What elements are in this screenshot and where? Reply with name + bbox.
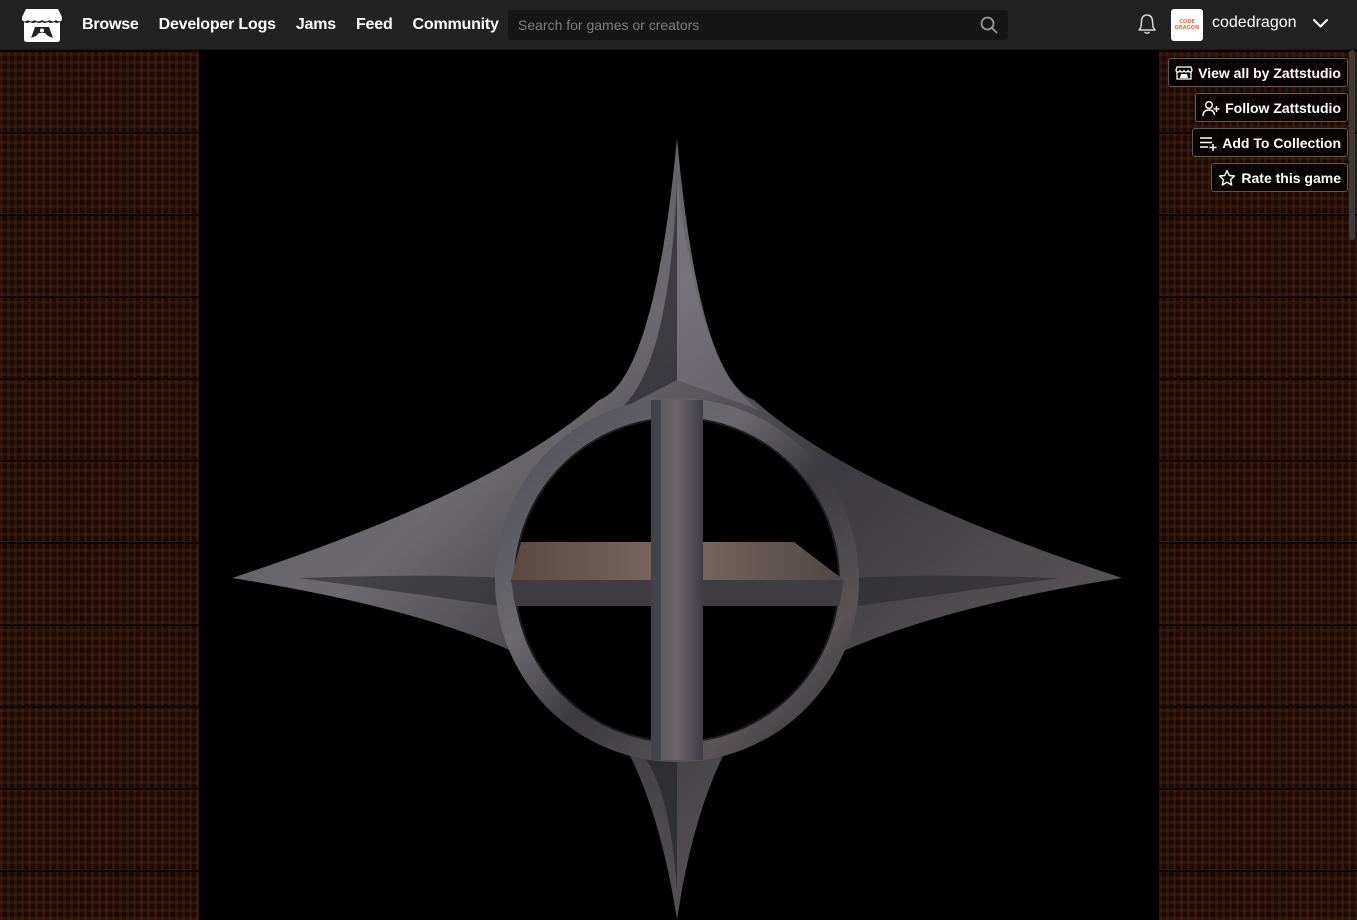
nav-jams[interactable]: Jams bbox=[296, 16, 336, 34]
view-all-label: View all by Zattstudio bbox=[1198, 64, 1341, 81]
follow-button[interactable]: Follow Zattstudio bbox=[1195, 93, 1348, 122]
nav-community[interactable]: Community bbox=[413, 16, 499, 34]
avatar[interactable]: CODE DRAGON bbox=[1171, 9, 1203, 41]
add-to-collection-button[interactable]: Add To Collection bbox=[1192, 128, 1348, 157]
game-emblem-image bbox=[232, 138, 1122, 920]
avatar-text-line-2: DRAGON bbox=[1174, 25, 1200, 31]
search-input[interactable] bbox=[508, 10, 978, 40]
star-icon bbox=[1219, 169, 1236, 186]
itchio-logo-icon[interactable] bbox=[22, 7, 62, 43]
game-banner bbox=[199, 50, 1159, 920]
playlist-add-icon bbox=[1200, 136, 1217, 151]
search-icon[interactable] bbox=[980, 16, 998, 34]
rate-game-button[interactable]: Rate this game bbox=[1211, 163, 1348, 192]
nav-browse[interactable]: Browse bbox=[82, 16, 139, 34]
user-plus-icon bbox=[1202, 100, 1220, 116]
nav-developer-logs[interactable]: Developer Logs bbox=[159, 16, 276, 34]
background-brick-left bbox=[0, 50, 199, 920]
chevron-down-icon[interactable] bbox=[1312, 15, 1329, 32]
top-header: Browse Developer Logs Jams Feed Communit… bbox=[0, 0, 1357, 50]
store-icon bbox=[1175, 65, 1193, 80]
username[interactable]: codedragon bbox=[1212, 14, 1297, 32]
view-all-button[interactable]: View all by Zattstudio bbox=[1168, 58, 1348, 87]
follow-label: Follow Zattstudio bbox=[1225, 99, 1341, 116]
search-box bbox=[508, 10, 1008, 40]
bell-icon[interactable] bbox=[1137, 13, 1157, 35]
nav-feed[interactable]: Feed bbox=[356, 16, 393, 34]
rate-game-label: Rate this game bbox=[1241, 169, 1341, 186]
page-scrollbar[interactable] bbox=[1349, 50, 1355, 240]
add-to-collection-label: Add To Collection bbox=[1222, 134, 1341, 151]
main-nav: Browse Developer Logs Jams Feed Communit… bbox=[82, 0, 519, 50]
game-actions: View all by Zattstudio Follow Zattstudio… bbox=[1168, 58, 1348, 198]
